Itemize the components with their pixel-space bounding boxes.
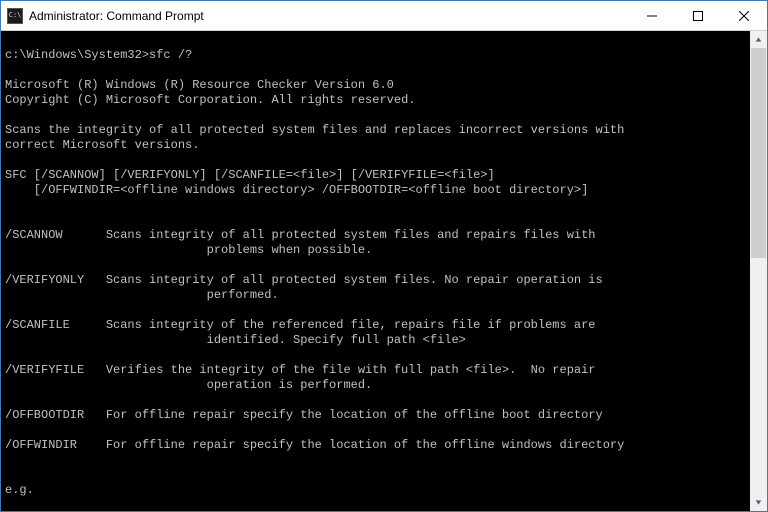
close-button[interactable]	[721, 1, 767, 31]
option-name: /SCANNOW	[5, 228, 106, 243]
scroll-down-button[interactable]	[750, 494, 767, 511]
eg-label: e.g.	[5, 483, 34, 497]
option-name: /VERIFYFILE	[5, 363, 106, 378]
option-scanfile: /SCANFILEScans integrity of the referenc…	[5, 318, 750, 348]
option-desc: For offline repair specify the location …	[106, 408, 603, 423]
scroll-up-button[interactable]	[750, 31, 767, 48]
header-line-1: Microsoft (R) Windows (R) Resource Check…	[5, 78, 394, 92]
option-scannow: /SCANNOWScans integrity of all protected…	[5, 228, 750, 258]
minimize-button[interactable]	[629, 1, 675, 31]
prompt-line-1: c:\Windows\System32>sfc /?	[5, 48, 192, 62]
option-name: /OFFWINDIR	[5, 438, 106, 453]
window-title: Administrator: Command Prompt	[29, 9, 204, 23]
scroll-thumb[interactable]	[751, 48, 766, 258]
vertical-scrollbar[interactable]	[750, 31, 767, 511]
desc-line-1: Scans the integrity of all protected sys…	[5, 123, 624, 137]
option-desc: Scans integrity of all protected system …	[106, 228, 596, 258]
maximize-button[interactable]	[675, 1, 721, 31]
scroll-track[interactable]	[750, 48, 767, 494]
desc-line-2: correct Microsoft versions.	[5, 138, 199, 152]
option-offbootdir: /OFFBOOTDIRFor offline repair specify th…	[5, 408, 750, 423]
cmd-icon-label: C:\	[9, 12, 22, 19]
option-name: /OFFBOOTDIR	[5, 408, 106, 423]
header-line-2: Copyright (C) Microsoft Corporation. All…	[5, 93, 415, 107]
option-offwindir: /OFFWINDIRFor offline repair specify the…	[5, 438, 750, 453]
option-verifyonly: /VERIFYONLYScans integrity of all protec…	[5, 273, 750, 303]
option-name: /VERIFYONLY	[5, 273, 106, 288]
option-desc: For offline repair specify the location …	[106, 438, 624, 453]
option-verifyfile: /VERIFYFILEVerifies the integrity of the…	[5, 363, 750, 393]
usage-line-2: [/OFFWINDIR=<offline windows directory> …	[5, 183, 588, 197]
option-desc: Scans integrity of the referenced file, …	[106, 318, 596, 348]
option-desc: Verifies the integrity of the file with …	[106, 363, 596, 393]
terminal-output[interactable]: c:\Windows\System32>sfc /? Microsoft (R)…	[1, 31, 750, 511]
option-desc: Scans integrity of all protected system …	[106, 273, 603, 303]
usage-line-1: SFC [/SCANNOW] [/VERIFYONLY] [/SCANFILE=…	[5, 168, 495, 182]
cmd-icon: C:\	[7, 8, 23, 24]
option-name: /SCANFILE	[5, 318, 106, 333]
command-prompt-window: C:\ Administrator: Command Prompt c:\Win…	[0, 0, 768, 512]
titlebar[interactable]: C:\ Administrator: Command Prompt	[1, 1, 767, 31]
client-area: c:\Windows\System32>sfc /? Microsoft (R)…	[1, 31, 767, 511]
